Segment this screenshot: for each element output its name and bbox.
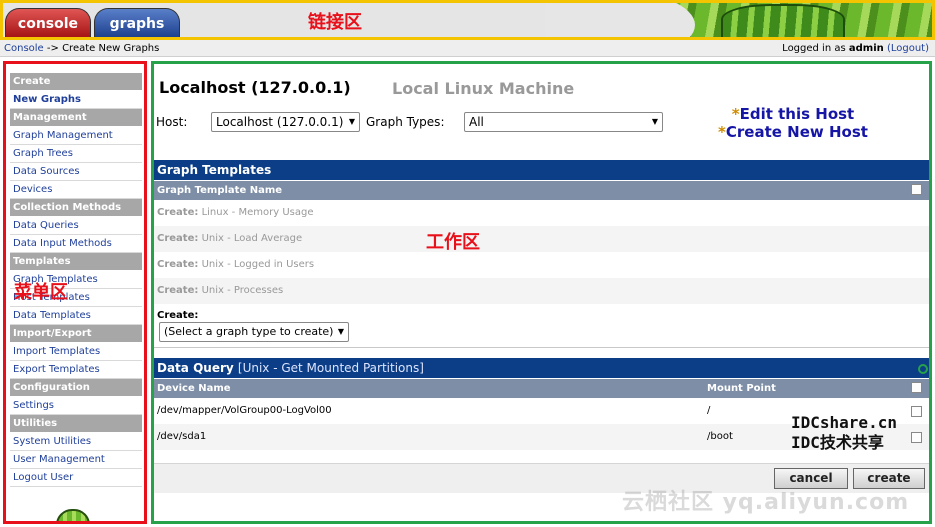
sidebar-item-user-management[interactable]: User Management — [10, 451, 142, 469]
data-query-header: Data Query [Unix - Get Mounted Partition… — [154, 358, 929, 378]
mount-point-column-label: Mount Point — [707, 383, 776, 394]
sidebar-item-graph-trees[interactable]: Graph Trees — [10, 145, 142, 163]
logout-link[interactable]: (Logout) — [887, 43, 929, 54]
template-row-prefix: Create: — [157, 259, 199, 270]
breadcrumb-current: Create New Graphs — [62, 43, 160, 54]
template-row-prefix: Create: — [157, 207, 199, 218]
menu-zone-annotation: 菜单区 — [14, 282, 68, 303]
host-select-value: Localhost (127.0.0.1) — [216, 115, 344, 129]
template-row-name: Unix - Load Average — [201, 233, 303, 244]
sidebar-item-system-utilities[interactable]: System Utilities — [10, 433, 142, 451]
graph-template-column-label: Graph Template Name — [157, 185, 283, 196]
data-query-title: Data Query — [157, 361, 234, 375]
chevron-down-icon: ▼ — [348, 117, 355, 126]
login-user: admin — [848, 43, 884, 54]
edit-host-link[interactable]: Edit this Host — [740, 105, 855, 123]
breadcrumb-separator: -> — [46, 43, 59, 54]
template-row[interactable]: Create: Unix - Logged in Users — [154, 252, 929, 278]
sidebar-item-settings[interactable]: Settings — [10, 397, 142, 415]
menu-section-configuration: Configuration — [10, 379, 142, 397]
sidebar-item-devices[interactable]: Devices — [10, 181, 142, 199]
host-select[interactable]: Localhost (127.0.0.1) ▼ — [211, 112, 360, 132]
tab-graphs[interactable]: graphs — [94, 8, 180, 37]
template-row[interactable]: Create: Linux - Memory Usage — [154, 200, 929, 226]
sidebar-item-import-templates[interactable]: Import Templates — [10, 343, 142, 361]
idcshare-watermark: IDCshare.cn IDC技术共享 — [791, 413, 897, 453]
sidebar-item-data-input-methods[interactable]: Data Input Methods — [10, 235, 142, 253]
refresh-icon[interactable] — [918, 364, 928, 374]
device-name-column-label: Device Name — [157, 383, 231, 394]
template-row-prefix: Create: — [157, 285, 199, 296]
chevron-down-icon: ▼ — [651, 117, 658, 126]
template-row[interactable]: Create: Unix - Load Average — [154, 226, 929, 252]
create-graph-type-value: (Select a graph type to create) — [164, 325, 334, 338]
chevron-down-icon: ▼ — [337, 327, 344, 336]
mount-point: /boot — [707, 431, 733, 442]
graph-template-column-header: Graph Template Name — [154, 181, 929, 200]
graph-types-select-value: All — [469, 115, 484, 129]
create-host-link[interactable]: Create New Host — [726, 123, 868, 141]
menu-section-import-export: Import/Export — [10, 325, 142, 343]
template-row-name: Unix - Processes — [201, 285, 284, 296]
cactus-banner-image — [545, 0, 935, 37]
graph-types-label: Graph Types: — [366, 115, 445, 129]
template-row-prefix: Create: — [157, 233, 199, 244]
row-checkbox[interactable] — [911, 406, 922, 417]
work-zone-annotation: 工作区 — [426, 232, 480, 253]
select-all-devices-checkbox[interactable] — [911, 382, 922, 393]
template-row-name: Unix - Logged in Users — [201, 259, 315, 270]
breadcrumb-console-link[interactable]: Console — [4, 43, 44, 54]
divider — [154, 347, 929, 348]
graph-templates-header: Graph Templates — [154, 160, 929, 180]
link-zone-annotation: 链接区 — [308, 12, 362, 33]
menu-section-templates: Templates — [10, 253, 142, 271]
template-row-name: Linux - Memory Usage — [201, 207, 314, 218]
sidebar-item-graph-management[interactable]: Graph Management — [10, 127, 142, 145]
row-checkbox[interactable] — [911, 432, 922, 443]
mount-point: / — [707, 405, 711, 416]
menu-section-create: Create — [10, 73, 142, 91]
create-label: Create: — [157, 310, 199, 321]
menu-section-collection-methods: Collection Methods — [10, 199, 142, 217]
data-query-column-header: Device Name Mount Point — [154, 379, 929, 398]
create-graph-type-select[interactable]: (Select a graph type to create) ▼ — [159, 322, 349, 342]
host-actions: *Edit this Host *Create New Host — [709, 105, 877, 141]
work-area: Localhost (127.0.0.1) Local Linux Machin… — [151, 61, 932, 524]
sidebar-menu: Create New Graphs Management Graph Manag… — [3, 61, 147, 524]
top-navigation-bar: console graphs 链接区 — [0, 0, 935, 38]
host-description: Local Linux Machine — [392, 79, 575, 98]
login-prefix: Logged in as — [782, 43, 846, 54]
menu-section-management: Management — [10, 109, 142, 127]
sidebar-item-logout-user[interactable]: Logout User — [10, 469, 142, 487]
sidebar-item-data-templates[interactable]: Data Templates — [10, 307, 142, 325]
template-row[interactable]: Create: Unix - Processes — [154, 278, 929, 304]
star-icon: * — [731, 105, 740, 123]
menu-section-utilities: Utilities — [10, 415, 142, 433]
sidebar-item-data-queries[interactable]: Data Queries — [10, 217, 142, 235]
graph-types-select[interactable]: All ▼ — [464, 112, 663, 132]
device-name: /dev/mapper/VolGroup00-LogVol00 — [157, 405, 332, 416]
tab-console[interactable]: console — [5, 8, 91, 37]
select-all-templates-checkbox[interactable] — [911, 184, 922, 195]
cactus-mascot-image — [56, 509, 90, 521]
data-query-name: [Unix - Get Mounted Partitions] — [237, 361, 424, 375]
page-title: Localhost (127.0.0.1) — [159, 78, 351, 97]
idcshare-watermark-line1: IDCshare.cn — [791, 413, 897, 432]
star-icon: * — [718, 123, 726, 141]
host-label: Host: — [156, 115, 188, 129]
idcshare-watermark-line2: IDC技术共享 — [791, 433, 884, 452]
breadcrumb: Console -> Create New Graphs Logged in a… — [0, 40, 935, 57]
sidebar-item-data-sources[interactable]: Data Sources — [10, 163, 142, 181]
yunqi-watermark: 云栖社区 yq.aliyun.com — [622, 490, 910, 515]
sidebar-item-new-graphs[interactable]: New Graphs — [10, 91, 142, 109]
login-status: Logged in as admin (Logout) — [782, 40, 929, 57]
sidebar-item-export-templates[interactable]: Export Templates — [10, 361, 142, 379]
device-name: /dev/sda1 — [157, 431, 207, 442]
